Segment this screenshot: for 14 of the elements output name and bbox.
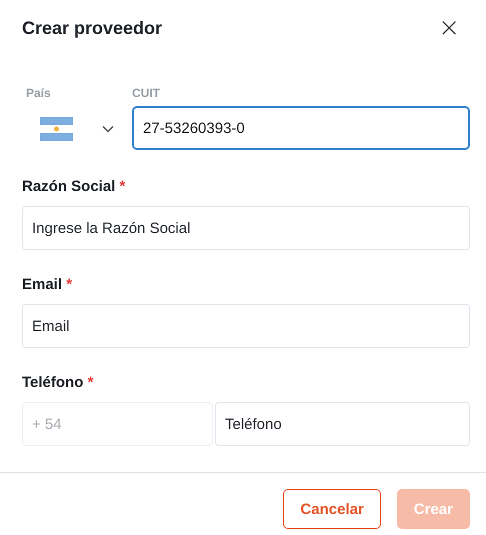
field-label: País	[26, 86, 52, 100]
field-label: Teléfono *	[22, 374, 94, 391]
chevron-down-icon	[102, 125, 114, 133]
field-label: Email *	[22, 276, 74, 293]
close-button[interactable]: ×	[434, 15, 464, 41]
phone-field[interactable]: Teléfono	[215, 402, 470, 446]
text-field[interactable]: Ingrese la Razón Social	[22, 206, 470, 250]
field-label: CUIT	[132, 86, 161, 100]
dialog-title: Crear proveedor	[22, 18, 162, 38]
flag-icon	[40, 117, 73, 141]
text-field[interactable]: Email	[22, 304, 470, 348]
field-label: Razón Social *	[22, 178, 126, 195]
cuit-field[interactable]: 27-53260393-0	[132, 106, 470, 150]
cancel-button[interactable]: Cancelar	[283, 489, 381, 529]
